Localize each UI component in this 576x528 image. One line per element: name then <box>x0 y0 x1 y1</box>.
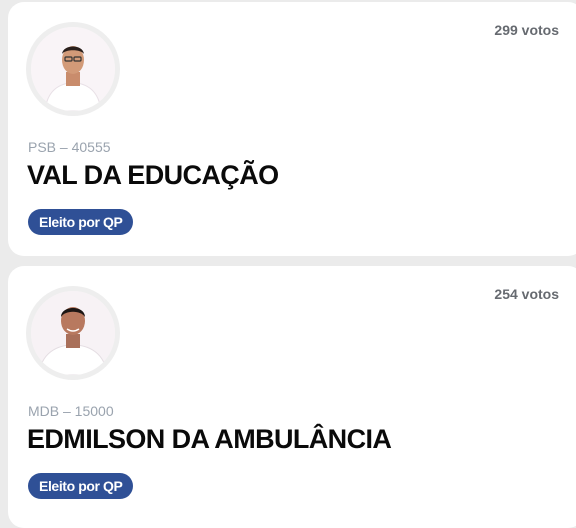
candidate-name: EDMILSON DA AMBULÂNCIA <box>27 424 392 454</box>
candidate-avatar <box>26 22 120 116</box>
candidate-photo-icon <box>31 291 115 375</box>
candidate-name: VAL DA EDUCAÇÃO <box>27 160 279 190</box>
candidate-card[interactable]: 254 votos MDB – 15000 EDMILSON DA AMBULÂ… <box>8 266 576 528</box>
party-number: MDB – 15000 <box>28 403 114 419</box>
candidate-photo-icon <box>31 27 115 111</box>
vote-count: 299 votos <box>494 22 559 38</box>
status-badge: Eleito por QP <box>28 473 134 499</box>
candidate-avatar <box>26 286 120 380</box>
status-badge: Eleito por QP <box>28 209 134 235</box>
candidate-card[interactable]: 299 votos PSB – 40555 VAL DA EDUCAÇÃO El… <box>8 2 576 256</box>
party-number: PSB – 40555 <box>28 139 111 155</box>
vote-count: 254 votos <box>494 286 559 302</box>
